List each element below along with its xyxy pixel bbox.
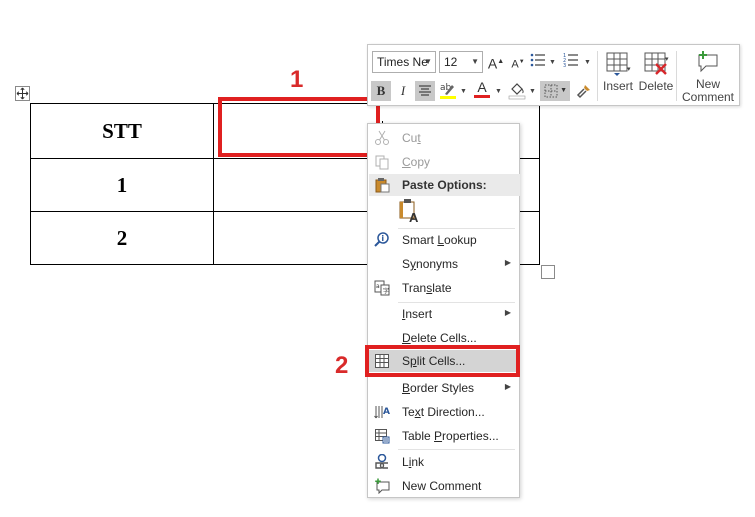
font-color-icon[interactable]: A — [472, 80, 492, 100]
smart-lookup-icon: i — [374, 232, 389, 247]
annotation-step-2: 2 — [335, 352, 349, 379]
delete-table-icon: ▾ — [644, 52, 669, 75]
menu-item-paste-options: Paste Options: — [369, 174, 520, 196]
menu-item-border-styles[interactable]: Border Styles ▶ — [369, 377, 520, 399]
menu-item-insert[interactable]: Insert ▶ — [369, 303, 520, 325]
table-cell[interactable]: 1 — [30, 158, 214, 212]
delete-label: Delete — [638, 79, 674, 93]
italic-icon[interactable]: I — [393, 81, 413, 101]
svg-text:▾: ▾ — [627, 65, 631, 73]
translate-icon: a字 — [374, 280, 390, 296]
delete-table-button[interactable]: ▾ Delete — [638, 51, 674, 93]
menu-item-label: Smart Lookup — [402, 233, 477, 247]
font-name-value: Times Ne — [377, 55, 428, 69]
menu-item-smart-lookup[interactable]: i Smart Lookup — [369, 229, 520, 251]
menu-item-label: Copy — [402, 155, 431, 169]
table-cell[interactable]: 2 — [30, 211, 214, 265]
toolbar-separator — [597, 51, 598, 101]
numbering-icon[interactable]: 123 — [561, 52, 581, 72]
menu-item-label: Text Direction... — [402, 405, 485, 419]
menu-item-label: Table Properties... — [402, 429, 499, 443]
new-comment-icon — [698, 51, 718, 73]
paste-keep-text-only-icon: A — [399, 199, 419, 225]
menu-item-label: Border Styles — [402, 381, 475, 395]
insert-table-button[interactable]: ▾ Insert — [600, 51, 636, 93]
menu-item-label: Insert — [402, 307, 433, 321]
menu-item-label: New Comment — [402, 479, 482, 493]
chevron-down-icon: ▼ — [471, 57, 479, 66]
link-icon — [375, 454, 388, 469]
highlighter-icon[interactable]: ab — [438, 80, 458, 100]
context-menu: Cut Copy Paste Options: A i Smart Lookup… — [367, 123, 520, 498]
new-comment-label-line2: Comment — [681, 90, 734, 104]
menu-item-label: Delete Cells... — [402, 331, 477, 345]
menu-item-link[interactable]: Link — [369, 451, 520, 473]
annotation-step-1: 1 — [290, 66, 304, 93]
menu-item-cut[interactable]: Cut — [369, 127, 520, 149]
move-icon — [16, 87, 29, 100]
shading-icon[interactable] — [507, 80, 527, 100]
menu-item-label: Translate — [402, 281, 452, 295]
font-size-combo[interactable]: 12 ▼ — [439, 51, 483, 73]
menu-item-label: Paste Options: — [402, 178, 487, 192]
menu-item-translate[interactable]: a字 Translate — [369, 277, 520, 299]
table-resize-handle[interactable] — [541, 265, 555, 279]
svg-text:a: a — [376, 283, 380, 290]
align-center-icon[interactable] — [415, 81, 435, 101]
grow-font-icon[interactable]: A▲ — [486, 52, 506, 72]
chevron-down-icon[interactable]: ▼ — [584, 59, 591, 66]
shrink-font-icon[interactable]: A▼ — [508, 52, 528, 72]
chevron-down-icon: ▼ — [424, 57, 432, 66]
menu-item-label: Link — [402, 455, 425, 469]
chevron-down-icon[interactable]: ▼ — [549, 59, 556, 66]
toolbar-separator — [676, 51, 677, 101]
submenu-arrow-icon: ▶ — [504, 382, 511, 391]
menu-item-copy[interactable]: Copy — [369, 151, 520, 173]
menu-item-label: Synonyms — [402, 257, 459, 271]
chevron-down-icon[interactable]: ▼ — [495, 88, 502, 95]
paste-icon — [375, 178, 390, 193]
submenu-arrow-icon: ▶ — [504, 258, 511, 267]
mini-toolbar: Times Ne ▼ 12 ▼ A▲ A▼ ▼ 123 ▼ B I ab ▼ A… — [367, 44, 740, 106]
bold-icon[interactable]: B — [371, 81, 391, 101]
text-direction-icon: A — [374, 406, 390, 419]
table-cell-stt-header[interactable]: STT — [30, 103, 214, 159]
font-size-value: 12 — [444, 55, 458, 69]
menu-item-new-comment[interactable]: New Comment — [369, 475, 520, 497]
menu-item-label: Cut — [402, 131, 421, 145]
new-comment-button[interactable]: New Comment — [678, 49, 738, 104]
table-properties-icon — [375, 429, 390, 444]
paste-keep-text-only-button[interactable]: A — [398, 198, 422, 225]
insert-label: Insert — [602, 79, 633, 93]
insert-table-icon: ▾ — [606, 52, 631, 76]
font-name-combo[interactable]: Times Ne ▼ — [372, 51, 436, 73]
copy-icon — [375, 155, 389, 170]
menu-separator — [398, 449, 515, 450]
menu-item-table-properties[interactable]: Table Properties... — [369, 425, 520, 447]
cell-text: STT — [102, 118, 142, 143]
annotation-highlight-split-cells — [365, 345, 520, 377]
menu-item-text-direction[interactable]: A Text Direction... — [369, 401, 520, 423]
svg-text:i: i — [381, 234, 384, 243]
chevron-down-icon[interactable]: ▼ — [529, 88, 536, 95]
svg-text:3: 3 — [563, 63, 566, 68]
cell-text: 1 — [116, 172, 128, 197]
submenu-arrow-icon: ▶ — [504, 308, 511, 317]
format-painter-icon[interactable] — [574, 81, 594, 101]
menu-item-synonyms[interactable]: Synonyms ▶ — [369, 253, 520, 275]
annotation-highlight-cell — [218, 97, 380, 157]
chevron-down-icon[interactable]: ▼ — [460, 88, 467, 95]
new-comment-icon — [375, 478, 390, 494]
borders-icon[interactable]: ▼ — [540, 81, 570, 101]
svg-text:A: A — [383, 407, 390, 417]
scissors-icon — [375, 130, 389, 145]
table-move-handle[interactable] — [15, 86, 30, 101]
svg-text:▾: ▾ — [665, 55, 669, 63]
bullets-icon[interactable] — [528, 52, 548, 72]
svg-text:A: A — [409, 210, 419, 224]
cell-text: 2 — [116, 225, 128, 250]
svg-text:字: 字 — [383, 287, 389, 295]
